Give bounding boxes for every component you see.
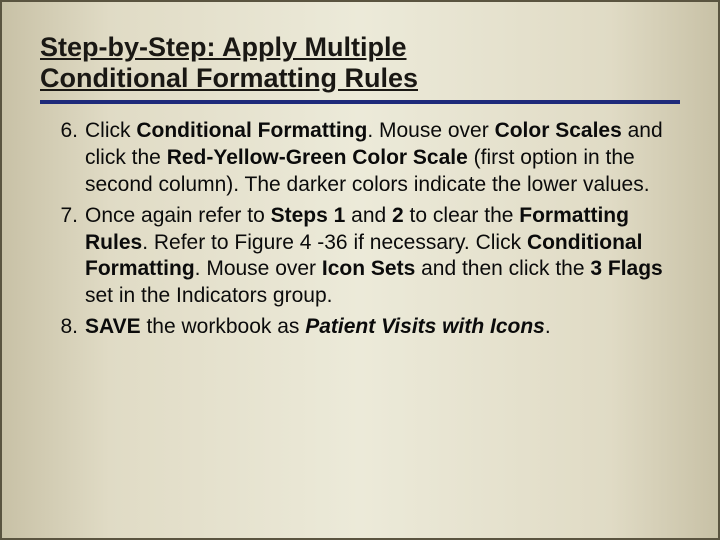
slide-title: Step-by-Step: Apply Multiple Conditional… bbox=[40, 32, 680, 94]
title-divider bbox=[40, 100, 680, 104]
step-number: 7. bbox=[50, 203, 78, 230]
step-6: 6. Click Conditional Formatting. Mouse o… bbox=[85, 118, 680, 199]
title-line-1: Step-by-Step: Apply Multiple bbox=[40, 32, 407, 62]
step-text: SAVE the workbook as Patient Visits with… bbox=[85, 315, 551, 338]
slide-container: Step-by-Step: Apply Multiple Conditional… bbox=[0, 0, 720, 540]
title-line-2: Conditional Formatting Rules bbox=[40, 63, 418, 93]
step-text: Click Conditional Formatting. Mouse over… bbox=[85, 119, 663, 196]
step-8: 8. SAVE the workbook as Patient Visits w… bbox=[85, 314, 680, 341]
step-text: Once again refer to Steps 1 and 2 to cle… bbox=[85, 204, 663, 308]
steps-list: 6. Click Conditional Formatting. Mouse o… bbox=[40, 118, 680, 341]
step-number: 8. bbox=[50, 314, 78, 341]
step-number: 6. bbox=[50, 118, 78, 145]
step-7: 7. Once again refer to Steps 1 and 2 to … bbox=[85, 203, 680, 311]
